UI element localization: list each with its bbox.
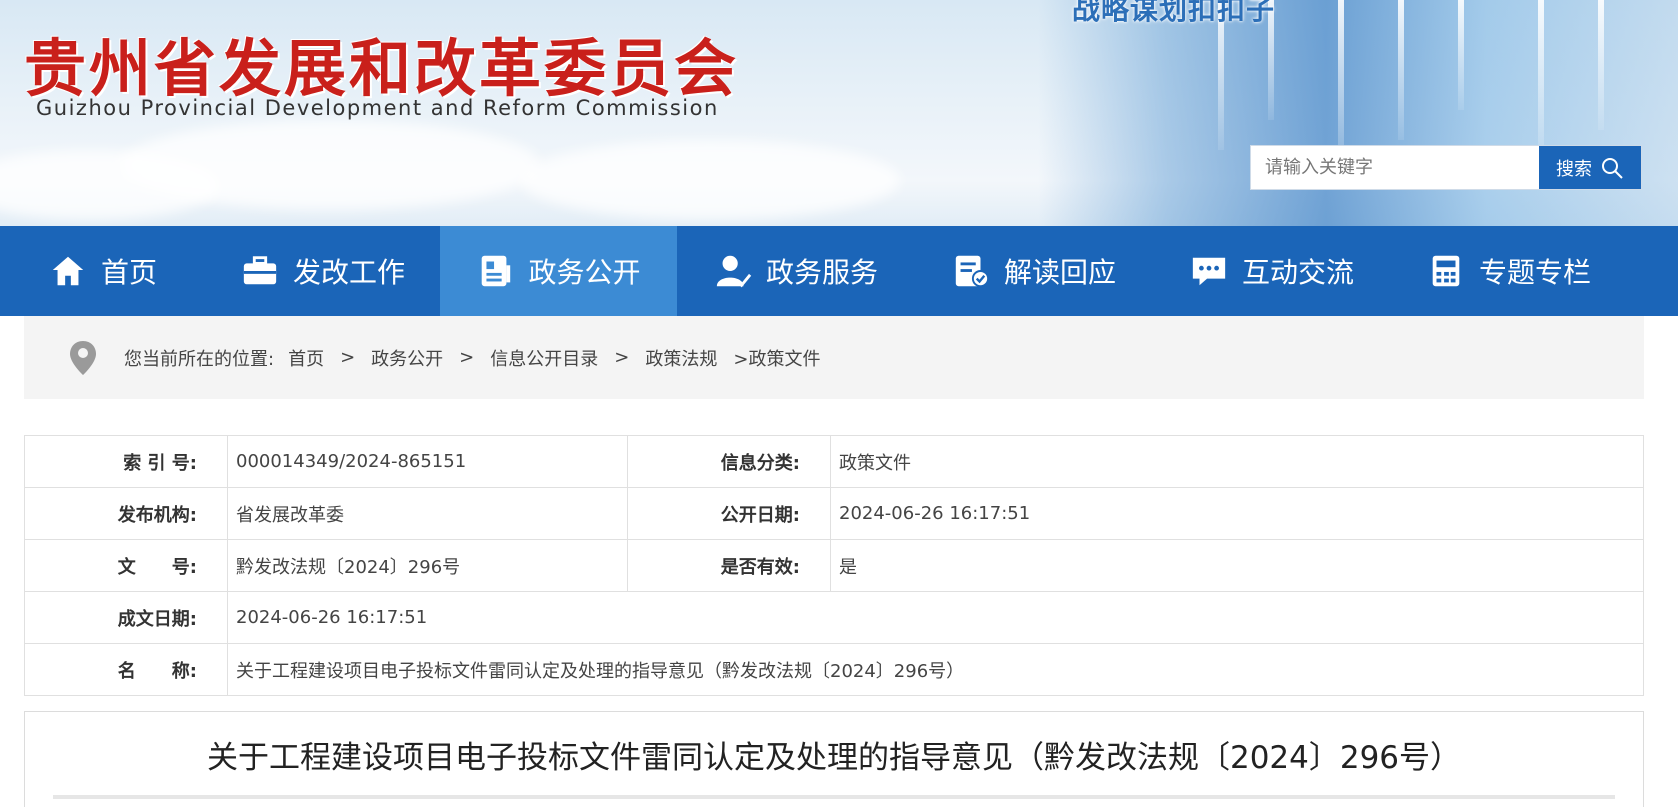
nav-item-label: 解读回应: [1003, 256, 1116, 289]
document-info-table: 索 引 号: 000014349/2024-865151 信息分类: 政策文件 …: [24, 435, 1644, 696]
nav-item-special[interactable]: 专题专栏: [1391, 226, 1627, 316]
nav-item-label: 政务服务: [765, 256, 878, 289]
breadcrumb-separator: >: [459, 347, 475, 368]
valid-value: 是: [830, 539, 1644, 592]
valid-label: 是否有效:: [627, 539, 831, 592]
issuer-value: 省发展改革委: [227, 487, 628, 540]
breadcrumb-path: 您当前所在的位置: 首页 > 政务公开 > 信息公开目录 > 政策法规 >政策文…: [124, 345, 820, 371]
cloud-decoration: [520, 140, 900, 220]
briefcase-icon: [243, 256, 277, 285]
breadcrumb-link-catalog[interactable]: 信息公开目录: [490, 345, 598, 371]
index-no-label: 索 引 号:: [24, 435, 228, 488]
site-logo-cn[interactable]: 贵州省发展和改革委员会: [24, 18, 739, 108]
location-pin-icon: [70, 340, 96, 375]
breadcrumb: 您当前所在的位置: 首页 > 政务公开 > 信息公开目录 > 政策法规 >政策文…: [24, 316, 1644, 399]
nav-item-label: 首页: [100, 256, 157, 289]
search-icon: [1602, 157, 1623, 179]
doc-no-label: 文 号:: [24, 539, 228, 592]
home-icon: [52, 256, 84, 286]
breadcrumb-link-home[interactable]: 首页: [288, 345, 324, 371]
header-banner: 战略谋划扣扣子 贵州省发展和改革委员会 Guizhou Provincial D…: [0, 0, 1678, 226]
nav-item-work[interactable]: 发改工作: [206, 226, 440, 316]
publish-date-value: 2024-06-26 16:17:51: [830, 487, 1644, 540]
doc-name-label: 名 称:: [24, 643, 228, 696]
site-logo-en: Guizhou Provincial Development and Refor…: [36, 96, 719, 120]
id-card-icon: [482, 255, 511, 287]
breadcrumb-separator: >: [614, 347, 630, 368]
header-slogan: 战略谋划扣扣子: [1072, 0, 1276, 26]
waterfall-background: [1038, 0, 1678, 226]
calculator-icon: [1432, 255, 1460, 287]
category-value: 政策文件: [830, 435, 1644, 488]
search-button-label: 搜索: [1556, 158, 1592, 180]
doc-name-value: 关于工程建设项目电子投标文件雷同认定及处理的指导意见（黔发改法规〔2024〕29…: [227, 643, 1644, 696]
nav-item-label: 互动交流: [1241, 256, 1354, 289]
article-title: 关于工程建设项目电子投标文件雷同认定及处理的指导意见（黔发改法规〔2024〕29…: [206, 740, 1462, 776]
breadcrumb-link-policy[interactable]: 政策法规: [645, 345, 717, 371]
search-input[interactable]: [1251, 146, 1539, 189]
user-service-icon: [716, 255, 752, 288]
search-button[interactable]: 搜索: [1539, 146, 1641, 189]
breadcrumb-link-gov-open[interactable]: 政务公开: [371, 345, 443, 371]
nav-item-interaction[interactable]: 互动交流: [1153, 226, 1391, 316]
chat-icon: [1192, 257, 1226, 286]
nav-item-label: 发改工作: [292, 256, 405, 289]
nav-item-gov-service[interactable]: 政务服务: [677, 226, 915, 316]
nav-item-home[interactable]: 首页: [0, 226, 206, 316]
created-date-value: 2024-06-26 16:17:51: [227, 591, 1644, 644]
created-date-label: 成文日期:: [24, 591, 228, 644]
breadcrumb-link-current[interactable]: >政策文件: [733, 345, 820, 371]
title-divider: [53, 795, 1615, 799]
search-box: 搜索: [1250, 145, 1642, 190]
category-label: 信息分类:: [627, 435, 831, 488]
nav-item-gov-open[interactable]: 政务公开: [440, 226, 677, 316]
table-row: 成文日期: 2024-06-26 16:17:51: [24, 591, 1644, 644]
table-row: 文 号: 黔发改法规〔2024〕296号 是否有效: 是: [24, 539, 1644, 592]
article-container: 关于工程建设项目电子投标文件雷同认定及处理的指导意见（黔发改法规〔2024〕29…: [24, 711, 1644, 807]
main-nav: 首页 发改工作 政务公开 政务服务 解读回应 互动交流 专题专栏: [0, 226, 1678, 316]
nav-item-interpret[interactable]: 解读回应: [915, 226, 1153, 316]
issuer-label: 发布机构:: [24, 487, 228, 540]
publish-date-label: 公开日期:: [627, 487, 831, 540]
doc-no-value: 黔发改法规〔2024〕296号: [227, 539, 628, 592]
nav-item-label: 政务公开: [528, 256, 641, 289]
breadcrumb-prefix: 您当前所在的位置:: [124, 348, 275, 370]
breadcrumb-separator: >: [340, 347, 356, 368]
table-row: 索 引 号: 000014349/2024-865151 信息分类: 政策文件: [24, 435, 1644, 488]
doc-check-icon: [955, 255, 990, 288]
table-row: 发布机构: 省发展改革委 公开日期: 2024-06-26 16:17:51: [24, 487, 1644, 540]
nav-item-label: 专题专栏: [1478, 256, 1591, 289]
table-row: 名 称: 关于工程建设项目电子投标文件雷同认定及处理的指导意见（黔发改法规〔20…: [24, 643, 1644, 696]
index-no-value: 000014349/2024-865151: [227, 435, 628, 488]
